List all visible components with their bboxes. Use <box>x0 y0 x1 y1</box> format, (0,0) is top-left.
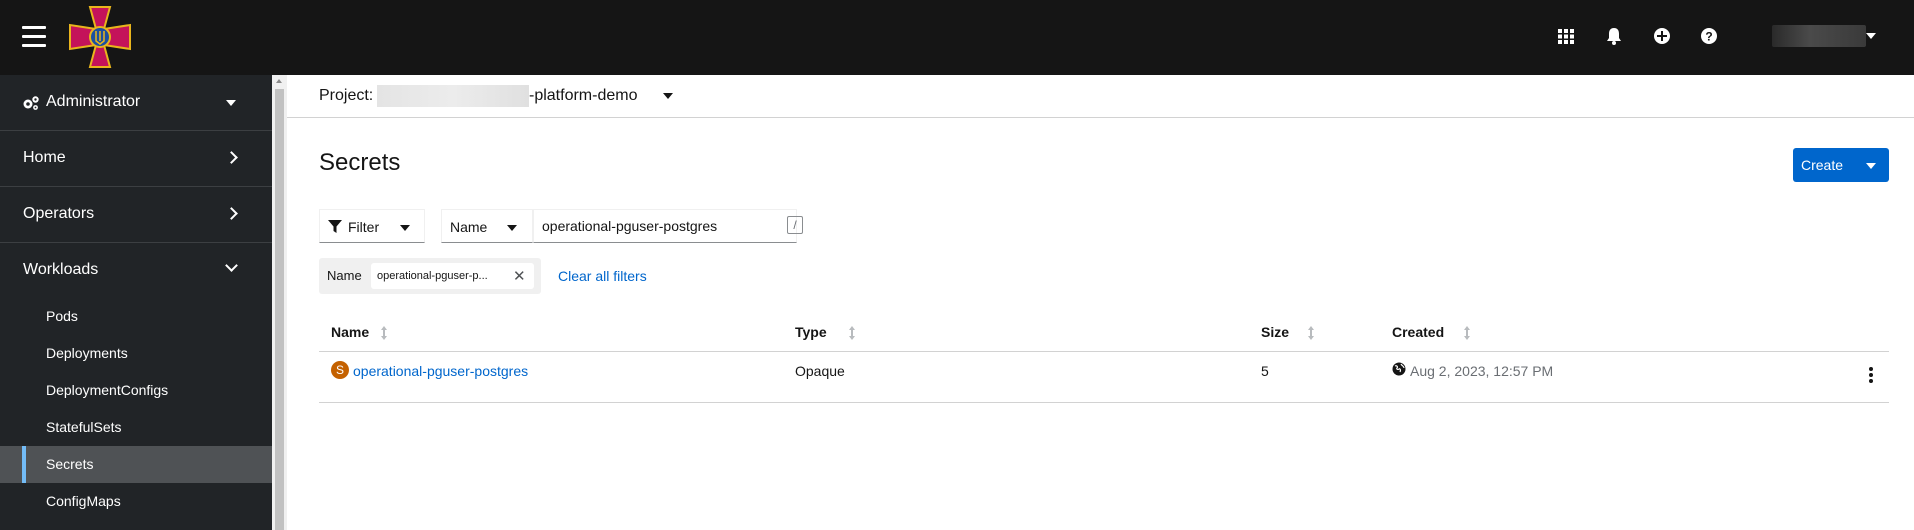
sidebar-item-statefulsets[interactable]: StatefulSets <box>0 409 272 446</box>
perspective-switcher[interactable]: Administrator <box>0 75 272 131</box>
cogs-icon <box>23 96 39 110</box>
nav-section-workloads[interactable]: Workloads <box>0 243 272 299</box>
filter-icon <box>328 220 342 233</box>
sidebar-scrollbar[interactable] <box>272 75 287 530</box>
globe-icon <box>1392 362 1406 376</box>
bell-icon[interactable] <box>1604 26 1624 46</box>
project-label: Project: <box>319 87 374 104</box>
sort-icon[interactable] <box>848 326 856 340</box>
chip-category: Name <box>327 268 362 283</box>
chip-value: operational-pguser-p... <box>377 270 488 282</box>
filter-dropdown[interactable]: Filter <box>319 209 425 243</box>
caret-down-icon <box>507 225 517 231</box>
filter-chip-group: Name operational-pguser-p... ✕ <box>319 258 541 294</box>
column-header-created[interactable]: Created <box>1392 324 1444 340</box>
sidebar-item-label: Pods <box>46 308 78 324</box>
column-header-size[interactable]: Size <box>1261 324 1289 340</box>
search-input[interactable] <box>533 209 797 243</box>
sort-icon[interactable] <box>1307 326 1315 340</box>
main-content: Project: -platform-demo Secrets Create F… <box>287 75 1914 530</box>
table-row-divider <box>319 402 1889 403</box>
filter-chip: operational-pguser-p... ✕ <box>371 263 534 289</box>
secret-type: Opaque <box>795 363 845 379</box>
sidebar-item-deploymentconfigs[interactable]: DeploymentConfigs <box>0 372 272 409</box>
caret-down-icon <box>226 100 236 106</box>
nav-section-home[interactable]: Home <box>0 131 272 187</box>
filter-attribute-label: Name <box>450 219 488 235</box>
help-icon[interactable]: ? <box>1699 26 1719 46</box>
sidebar-item-label: Secrets <box>46 456 94 472</box>
created-timestamp: Aug 2, 2023, 12:57 PM <box>1410 363 1554 379</box>
nav-section-label: Home <box>23 149 66 166</box>
create-button[interactable]: Create <box>1793 148 1889 182</box>
caret-down-icon[interactable] <box>1866 33 1876 39</box>
filter-label: Filter <box>348 219 380 235</box>
sort-icon[interactable] <box>380 326 388 340</box>
secret-resource-badge: S <box>331 361 349 379</box>
grid-icon[interactable] <box>1556 26 1576 46</box>
nav-section-operators[interactable]: Operators <box>0 187 272 243</box>
create-button-label: Create <box>1801 157 1844 173</box>
sidebar-item-label: StatefulSets <box>46 419 122 435</box>
sidebar-item-label: DeploymentConfigs <box>46 382 169 398</box>
chevron-right-icon <box>225 207 238 220</box>
caret-down-icon <box>1866 163 1876 169</box>
sidebar-item-pods[interactable]: Pods <box>0 298 272 335</box>
secret-size: 5 <box>1261 363 1269 379</box>
perspective-label: Administrator <box>46 93 141 110</box>
masthead: ? <box>0 0 1914 75</box>
table-header-divider <box>319 351 1889 352</box>
nav-section-label: Workloads <box>23 261 99 278</box>
scroll-up-icon[interactable] <box>276 79 282 83</box>
hamburger-menu-icon[interactable] <box>22 26 46 48</box>
project-dropdown-caret-icon[interactable] <box>663 93 673 99</box>
project-name-redacted[interactable] <box>377 85 529 107</box>
chevron-down-icon <box>225 259 238 272</box>
sidebar: Administrator Home Operators Workloads P… <box>0 75 272 530</box>
sidebar-item-label: Deployments <box>46 345 128 361</box>
column-header-type[interactable]: Type <box>795 324 827 340</box>
project-name[interactable]: -platform-demo <box>529 87 637 105</box>
sort-icon[interactable] <box>1463 326 1471 340</box>
keyboard-shortcut-hint: / <box>787 216 803 234</box>
sidebar-item-secrets[interactable]: Secrets <box>0 446 272 483</box>
clear-all-filters-link[interactable]: Clear all filters <box>558 268 647 284</box>
nav-section-label: Operators <box>23 205 95 222</box>
plus-circle-icon[interactable] <box>1652 26 1672 46</box>
close-icon[interactable]: ✕ <box>513 267 526 285</box>
page-title: Secrets <box>319 149 401 176</box>
emblem-logo-icon[interactable] <box>68 5 132 69</box>
sidebar-item-label: ConfigMaps <box>46 493 121 509</box>
sidebar-item-deployments[interactable]: Deployments <box>0 335 272 372</box>
chevron-right-icon <box>225 151 238 164</box>
secret-name-link[interactable]: operational-pguser-postgres <box>353 363 528 379</box>
filter-attribute-select[interactable]: Name <box>441 209 533 243</box>
caret-down-icon <box>400 225 410 231</box>
user-menu-redacted[interactable] <box>1772 25 1866 47</box>
column-header-name[interactable]: Name <box>331 324 369 340</box>
sidebar-item-configmaps[interactable]: ConfigMaps <box>0 483 272 520</box>
svg-text:?: ? <box>1705 30 1712 44</box>
scrollbar-thumb[interactable] <box>275 89 284 530</box>
row-actions-kebab-icon[interactable] <box>1866 367 1876 385</box>
project-bar: Project: -platform-demo <box>287 75 1914 118</box>
